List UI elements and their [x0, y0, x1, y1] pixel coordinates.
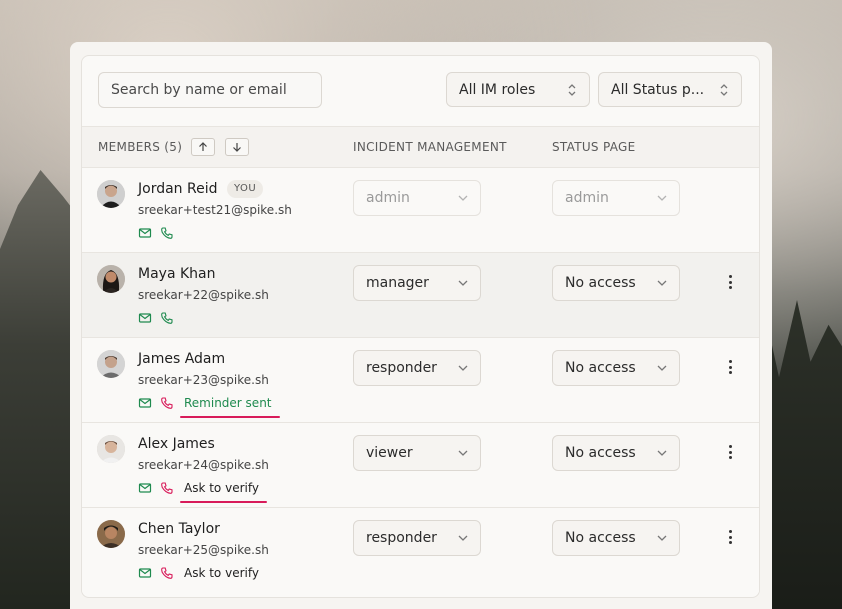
arrow-down-icon — [233, 143, 241, 152]
avatar — [97, 350, 125, 378]
chevron-down-icon — [458, 450, 468, 456]
highlight-underline — [180, 501, 267, 503]
chevron-down-icon — [657, 365, 667, 371]
status-page-role-value: No access — [565, 360, 636, 376]
updown-chevron-icon — [719, 83, 729, 97]
chevron-down-icon — [458, 365, 468, 371]
more-options-button[interactable] — [723, 528, 737, 546]
phone-note-text: Ask to verify — [184, 481, 259, 495]
phone-unverified-icon — [160, 396, 174, 410]
status-page-role-value: admin — [565, 190, 609, 206]
status-page-role-value: No access — [565, 275, 636, 291]
you-badge: YOU — [227, 180, 264, 198]
avatar — [97, 435, 125, 463]
member-email: sreekar+23@spike.sh — [138, 373, 269, 387]
search-input[interactable] — [98, 72, 322, 108]
updown-chevron-icon — [567, 83, 577, 97]
im-role-select[interactable]: viewer — [353, 435, 481, 471]
reminder-sent-status: Reminder sent — [180, 396, 280, 418]
table-row: Alex James sreekar+24@spike.sh Ask to ve… — [82, 423, 759, 508]
table-row: Chen Taylor sreekar+25@spike.sh Ask to v… — [82, 508, 759, 593]
im-roles-filter[interactable]: All IM roles — [446, 72, 590, 107]
im-role-value: manager — [366, 275, 429, 291]
mail-icon — [138, 396, 152, 410]
status-page-role-value: No access — [565, 530, 636, 546]
status-page-column-header: STATUS PAGE — [552, 140, 636, 154]
im-role-value: responder — [366, 360, 437, 376]
member-name: Maya Khan — [138, 266, 216, 282]
more-options-button[interactable] — [723, 273, 737, 291]
status-page-role-select[interactable]: No access — [552, 435, 680, 471]
chevron-down-icon — [657, 535, 667, 541]
highlight-underline — [180, 416, 280, 418]
chevron-down-icon — [458, 280, 468, 286]
phone-note-text: Ask to verify — [184, 566, 259, 580]
im-role-select[interactable]: responder — [353, 350, 481, 386]
member-email: sreekar+test21@spike.sh — [138, 203, 292, 217]
contact-methods — [138, 226, 182, 240]
members-panel: All IM roles All Status p... MEMBERS (5)… — [70, 42, 772, 609]
chevron-down-icon — [657, 450, 667, 456]
table-row: James Adam sreekar+23@spike.sh Reminder … — [82, 338, 759, 423]
phone-unverified-icon — [160, 481, 174, 495]
contact-methods — [138, 311, 182, 325]
contact-methods: Ask to verify — [138, 481, 267, 503]
status-page-role-value: No access — [565, 445, 636, 461]
mail-icon — [138, 481, 152, 495]
im-role-select[interactable]: responder — [353, 520, 481, 556]
avatar — [97, 520, 125, 548]
contact-methods: Ask to verify — [138, 566, 259, 580]
im-role-value: viewer — [366, 445, 413, 461]
members-column-header: MEMBERS (5) — [98, 140, 183, 154]
avatar — [97, 265, 125, 293]
members-card: All IM roles All Status p... MEMBERS (5)… — [81, 55, 760, 598]
chevron-down-icon — [657, 195, 667, 201]
status-page-role-select[interactable]: No access — [552, 265, 680, 301]
chevron-down-icon — [458, 535, 468, 541]
mail-icon — [138, 226, 152, 240]
sort-ascending-button[interactable] — [191, 138, 215, 156]
im-role-select[interactable]: manager — [353, 265, 481, 301]
status-page-role-select[interactable]: No access — [552, 520, 680, 556]
status-page-filter[interactable]: All Status p... — [598, 72, 742, 107]
more-options-button[interactable] — [723, 358, 737, 376]
arrow-up-icon — [199, 142, 207, 151]
member-email: sreekar+22@spike.sh — [138, 288, 269, 302]
table-row: Jordan Reid YOU sreekar+test21@spike.sh … — [82, 168, 759, 253]
phone-icon — [160, 311, 174, 325]
chevron-down-icon — [458, 195, 468, 201]
table-header: MEMBERS (5) INCIDENT MANAGEMENT STATUS P… — [82, 126, 759, 168]
phone-note-text: Reminder sent — [184, 396, 272, 410]
mail-icon — [138, 311, 152, 325]
chevron-down-icon — [657, 280, 667, 286]
member-name: Alex James — [138, 436, 215, 452]
ask-to-verify-link[interactable]: Ask to verify — [180, 481, 267, 503]
sort-descending-button[interactable] — [225, 138, 249, 156]
member-name: James Adam — [138, 351, 226, 367]
status-page-filter-label: All Status p... — [611, 81, 705, 98]
member-email: sreekar+24@spike.sh — [138, 458, 269, 472]
toolbar: All IM roles All Status p... — [82, 56, 759, 126]
more-options-button[interactable] — [723, 443, 737, 461]
status-page-role-select[interactable]: No access — [552, 350, 680, 386]
phone-icon — [160, 226, 174, 240]
ask-to-verify-link[interactable]: Ask to verify — [184, 566, 259, 580]
avatar — [97, 180, 125, 208]
im-role-value: admin — [366, 190, 410, 206]
table-row: Maya Khan sreekar+22@spike.sh manager No… — [82, 253, 759, 338]
phone-unverified-icon — [160, 566, 174, 580]
member-name: Jordan Reid — [138, 181, 218, 197]
im-role-value: responder — [366, 530, 437, 546]
member-name: Chen Taylor — [138, 521, 220, 537]
im-roles-filter-label: All IM roles — [459, 81, 536, 98]
status-page-role-select: admin — [552, 180, 680, 216]
mail-icon — [138, 566, 152, 580]
contact-methods: Reminder sent — [138, 396, 280, 418]
member-email: sreekar+25@spike.sh — [138, 543, 269, 557]
incident-management-column-header: INCIDENT MANAGEMENT — [353, 140, 507, 154]
im-role-select: admin — [353, 180, 481, 216]
